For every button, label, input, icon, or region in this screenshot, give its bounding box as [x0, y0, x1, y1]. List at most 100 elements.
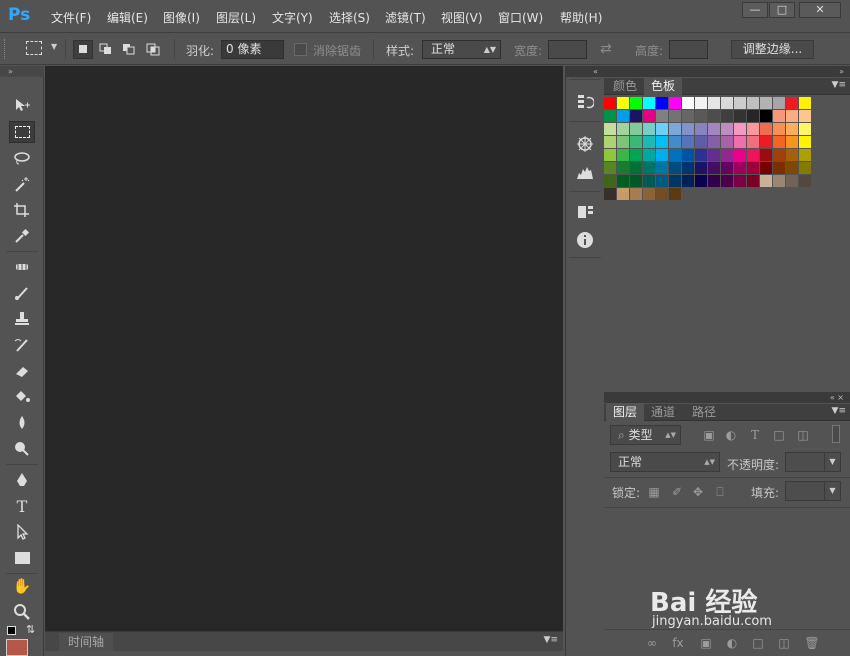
color-swatch[interactable]	[747, 136, 759, 148]
color-swatch[interactable]	[747, 149, 759, 161]
hand-tool-icon[interactable]: ✋	[9, 575, 35, 597]
color-swatch[interactable]	[682, 110, 694, 122]
color-swatch[interactable]	[721, 149, 733, 161]
color-swatch[interactable]	[656, 175, 668, 187]
color-swatch[interactable]	[786, 175, 798, 187]
width-input[interactable]	[548, 40, 587, 59]
eyedropper-tool-icon[interactable]	[9, 225, 35, 247]
color-swatch[interactable]	[617, 110, 629, 122]
zoom-tool-icon[interactable]	[9, 601, 35, 623]
link-layers-icon[interactable]: ∞	[644, 635, 660, 651]
color-swatch[interactable]	[786, 162, 798, 174]
panel-menu-icon[interactable]: ▼≡	[544, 635, 558, 645]
color-swatch[interactable]	[773, 123, 785, 135]
eraser-tool-icon[interactable]	[9, 360, 35, 382]
new-group-icon[interactable]: □	[750, 635, 766, 651]
history-brush-tool-icon[interactable]	[9, 334, 35, 356]
color-swatch[interactable]	[721, 175, 733, 187]
color-swatch[interactable]	[799, 136, 811, 148]
intersect-selection-icon[interactable]	[143, 40, 163, 59]
maximize-button[interactable]: □	[769, 2, 795, 18]
tab-layers[interactable]: 图层	[606, 404, 645, 421]
rectangle-tool-icon[interactable]	[9, 547, 35, 569]
color-swatch[interactable]	[734, 123, 746, 135]
histogram-panel-icon[interactable]	[574, 161, 596, 183]
navigator-panel-icon[interactable]	[574, 133, 596, 155]
lasso-tool-icon[interactable]	[9, 147, 35, 169]
new-selection-icon[interactable]	[73, 40, 93, 59]
color-swatch[interactable]	[669, 162, 681, 174]
tab-swatches[interactable]: 色板	[644, 78, 683, 95]
tab-timeline[interactable]: 时间轴	[59, 633, 114, 651]
chevron-down-icon[interactable]: ▼	[824, 452, 840, 472]
color-swatch[interactable]	[760, 149, 772, 161]
color-swatch[interactable]	[695, 162, 707, 174]
color-swatch[interactable]	[760, 123, 772, 135]
color-swatch[interactable]	[721, 110, 733, 122]
color-swatch[interactable]	[656, 123, 668, 135]
collapse-icon[interactable]: »	[604, 66, 850, 77]
properties-panel-icon[interactable]	[574, 201, 596, 223]
clone-stamp-tool-icon[interactable]	[9, 308, 35, 330]
color-swatch[interactable]	[682, 149, 694, 161]
filter-adjustment-icon[interactable]: ◐	[723, 427, 739, 443]
color-swatch[interactable]	[708, 162, 720, 174]
default-colors-icon[interactable]	[7, 626, 16, 635]
path-selection-tool-icon[interactable]	[9, 521, 35, 543]
new-layer-icon[interactable]: ◫	[776, 635, 792, 651]
filter-pixel-icon[interactable]: ▣	[701, 427, 717, 443]
color-swatch[interactable]	[786, 97, 798, 109]
color-swatch[interactable]	[760, 97, 772, 109]
brush-tool-icon[interactable]	[9, 282, 35, 304]
delete-layer-icon[interactable]: 🗑	[804, 635, 820, 651]
color-swatch[interactable]	[643, 188, 655, 200]
color-swatch[interactable]	[799, 123, 811, 135]
color-swatch[interactable]	[643, 110, 655, 122]
color-swatch[interactable]	[760, 162, 772, 174]
chevron-down-icon[interactable]: ▼	[824, 481, 840, 501]
color-swatch[interactable]	[786, 149, 798, 161]
color-swatch[interactable]	[708, 136, 720, 148]
color-swatch[interactable]	[708, 149, 720, 161]
adjustment-layer-icon[interactable]: ◐	[724, 635, 740, 651]
menu-view[interactable]: 视图(V)	[441, 9, 483, 26]
opacity-input[interactable]: ▼	[785, 452, 841, 472]
color-swatch[interactable]	[682, 136, 694, 148]
minimize-button[interactable]: —	[742, 2, 768, 18]
filter-type-icon[interactable]: T	[747, 427, 763, 443]
color-swatch[interactable]	[708, 97, 720, 109]
menu-edit[interactable]: 编辑(E)	[107, 9, 148, 26]
crop-tool-icon[interactable]	[9, 199, 35, 221]
lock-transparent-icon[interactable]: ▦	[646, 484, 662, 500]
pen-tool-icon[interactable]	[9, 469, 35, 491]
color-swatch[interactable]	[682, 97, 694, 109]
color-swatch[interactable]	[682, 123, 694, 135]
menu-file[interactable]: 文件(F)	[51, 9, 91, 26]
blur-tool-icon[interactable]	[9, 412, 35, 434]
color-swatch[interactable]	[734, 97, 746, 109]
marquee-preset-icon[interactable]	[26, 41, 42, 55]
history-panel-icon[interactable]	[574, 91, 596, 113]
color-swatch[interactable]	[773, 110, 785, 122]
color-swatch[interactable]	[617, 162, 629, 174]
document-canvas[interactable]	[45, 66, 563, 631]
color-swatch[interactable]	[760, 136, 772, 148]
color-swatch[interactable]	[669, 123, 681, 135]
color-swatch[interactable]	[604, 136, 616, 148]
color-swatch[interactable]	[747, 123, 759, 135]
swap-colors-icon[interactable]: ⇅	[26, 623, 35, 636]
close-button[interactable]: ✕	[799, 2, 841, 18]
add-mask-icon[interactable]: ▣	[698, 635, 714, 651]
color-swatch[interactable]	[630, 123, 642, 135]
color-swatch[interactable]	[734, 149, 746, 161]
color-swatch[interactable]	[656, 136, 668, 148]
color-swatch[interactable]	[721, 97, 733, 109]
rectangular-marquee-tool-icon[interactable]	[9, 121, 35, 143]
menu-layer[interactable]: 图层(L)	[216, 9, 256, 26]
color-swatch[interactable]	[695, 110, 707, 122]
color-swatch[interactable]	[656, 188, 668, 200]
color-swatch[interactable]	[708, 110, 720, 122]
color-swatch[interactable]	[708, 175, 720, 187]
style-select[interactable]: 正常 ▲▼	[422, 40, 501, 59]
color-swatch[interactable]	[721, 123, 733, 135]
